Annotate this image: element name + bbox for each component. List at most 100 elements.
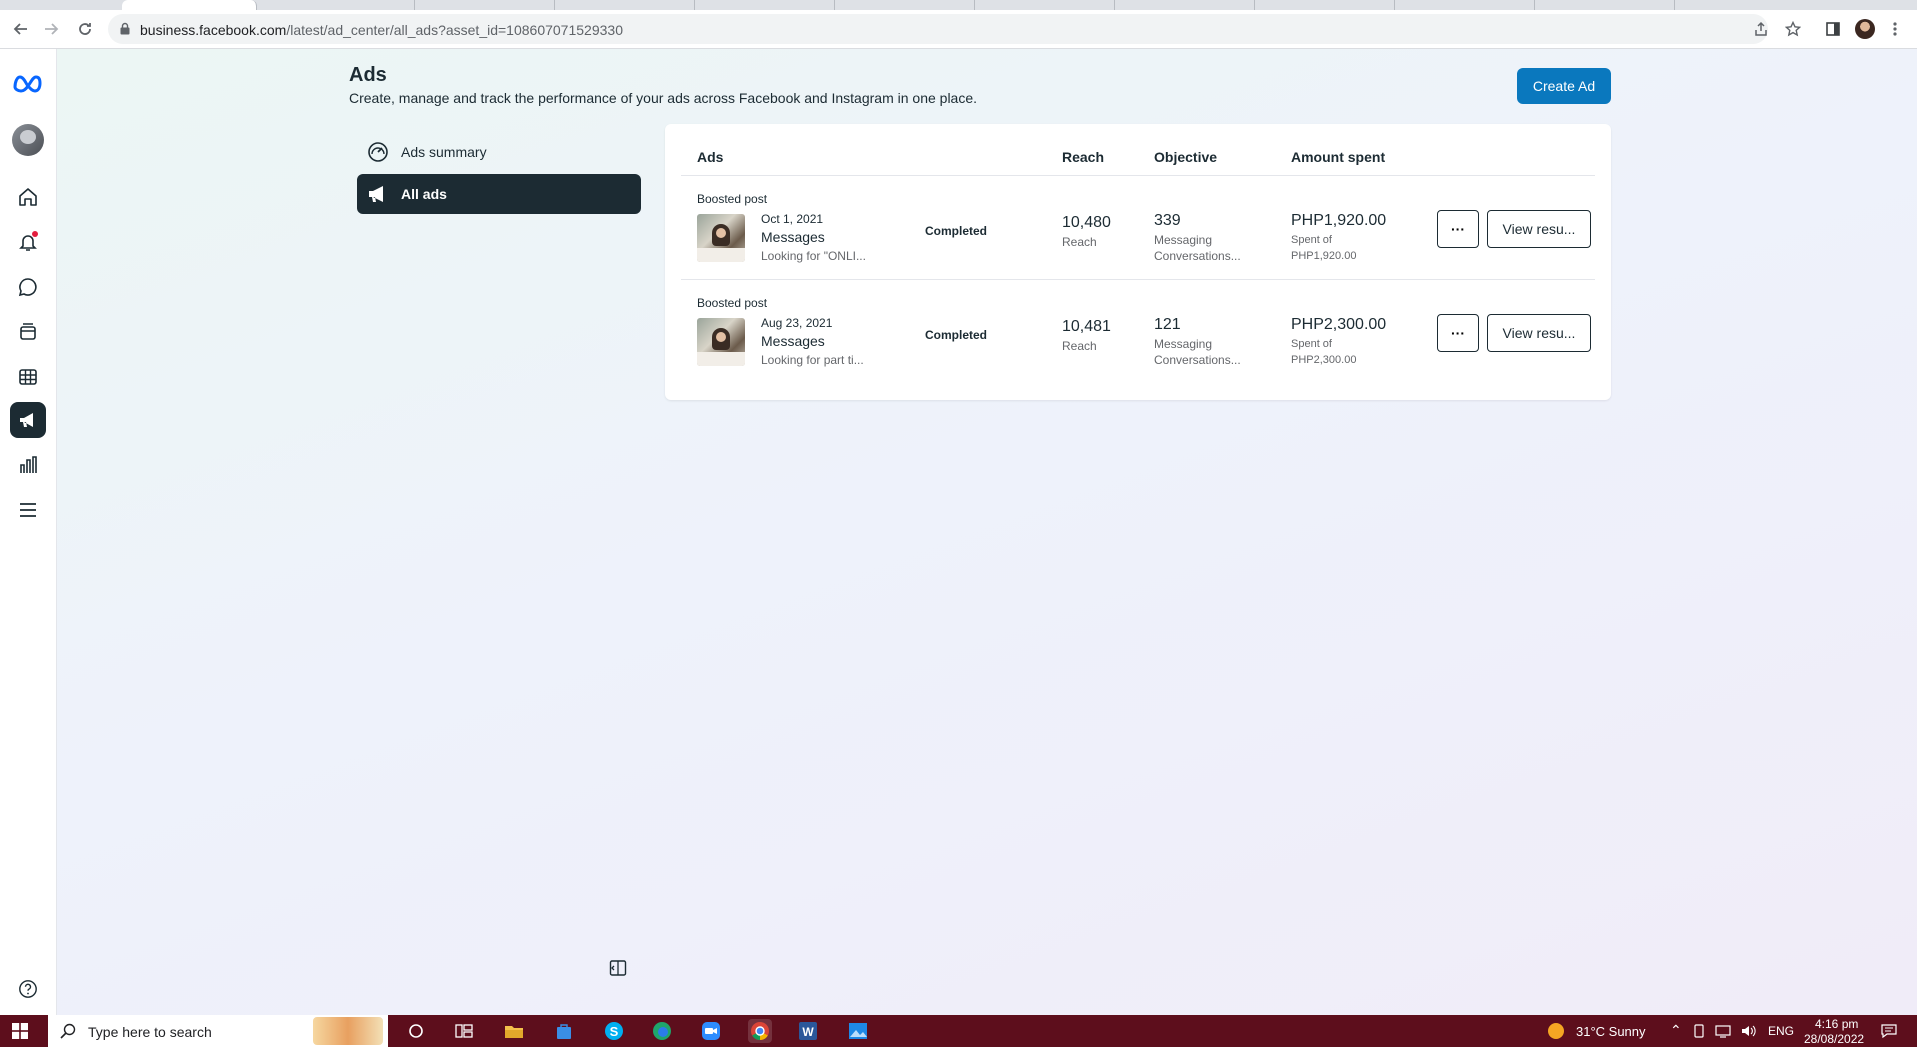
zoom-icon[interactable] [699, 1019, 723, 1043]
inbox-chat-icon[interactable] [10, 269, 46, 305]
show-hidden-icons-chevron-icon[interactable]: ⌃ [1670, 1022, 1682, 1039]
file-explorer-icon[interactable] [502, 1019, 526, 1043]
browser-toolbar: business.facebook.com/latest/ad_center/a… [0, 10, 1917, 49]
more-options-button[interactable]: ··· [1437, 210, 1479, 248]
url-path: /latest/ad_center/all_ads?asset_id=10860… [286, 22, 623, 38]
side-panel-icon[interactable] [1822, 18, 1844, 40]
sidebar-item-all-ads[interactable]: All ads [357, 174, 641, 214]
column-header-amount-spent: Amount spent [1291, 149, 1386, 165]
lock-icon [120, 22, 130, 40]
browser-tab[interactable] [560, 0, 695, 10]
page-avatar[interactable] [10, 122, 46, 158]
table-row[interactable]: Boosted post Aug 23, 2021 Messages Looki… [665, 280, 1611, 384]
page-title: Ads [349, 64, 387, 86]
ads-table-card: Ads Reach Objective Amount spent Boosted… [665, 124, 1611, 400]
search-icon [60, 1023, 76, 1044]
ad-type: Boosted post [697, 192, 768, 206]
view-results-button[interactable]: View resu... [1487, 314, 1591, 352]
kebab-menu-icon[interactable] [1884, 18, 1906, 40]
ad-snippet: Looking for part ti... [761, 353, 864, 367]
browser-tab[interactable] [1260, 0, 1395, 10]
microsoft-store-icon[interactable] [552, 1019, 576, 1043]
ad-date: Aug 23, 2021 [761, 316, 833, 330]
planner-grid-icon[interactable] [10, 359, 46, 395]
network-icon[interactable] [1712, 1021, 1734, 1041]
clock-time[interactable]: 4:16 pm [1815, 1017, 1858, 1031]
reach-label: Reach [1062, 339, 1097, 353]
table-row[interactable]: Boosted post Oct 1, 2021 Messages Lookin… [665, 176, 1611, 280]
sidebar-item-ads-summary[interactable]: Ads summary [357, 132, 641, 172]
page-subtitle: Create, manage and track the performance… [349, 90, 978, 106]
collapse-panel-icon[interactable] [608, 958, 628, 978]
amount-spent-label: Spent of PHP1,920.00 [1291, 234, 1357, 262]
notifications-bell-icon[interactable] [10, 224, 46, 260]
url-host: business.facebook.com [140, 22, 287, 38]
word-icon[interactable]: W [796, 1019, 820, 1043]
clock-date[interactable]: 28/08/2022 [1804, 1032, 1864, 1046]
svg-text:S: S [610, 1024, 619, 1039]
result-label: Messaging Conversations... [1154, 337, 1241, 367]
chrome-icon[interactable] [748, 1019, 772, 1043]
sidebar-item-label: Ads summary [401, 144, 487, 160]
browser-tab[interactable] [420, 0, 555, 10]
volume-speaker-icon[interactable] [1738, 1021, 1760, 1041]
forward-arrow-icon[interactable] [40, 18, 62, 40]
photos-icon[interactable] [846, 1019, 870, 1043]
address-bar[interactable]: business.facebook.com/latest/ad_center/a… [108, 14, 1768, 44]
skype-icon[interactable]: S [602, 1019, 626, 1043]
share-icon[interactable] [1750, 18, 1772, 40]
sidebar-item-label: All ads [401, 186, 447, 202]
edge-browser-icon[interactable] [650, 1019, 674, 1043]
browser-tab[interactable] [840, 0, 975, 10]
weather-text[interactable]: 31°C Sunny [1576, 1024, 1646, 1039]
browser-tab[interactable] [280, 0, 415, 10]
help-question-icon[interactable] [10, 971, 46, 1007]
task-view-icon[interactable] [452, 1019, 476, 1043]
url-text: business.facebook.com/latest/ad_center/a… [140, 22, 623, 38]
home-icon[interactable] [10, 179, 46, 215]
search-placeholder: Type here to search [88, 1024, 212, 1040]
svg-text:W: W [802, 1025, 814, 1039]
weather-sun-icon[interactable] [1548, 1023, 1564, 1039]
insights-bar-chart-icon[interactable] [10, 447, 46, 483]
browser-tab[interactable] [0, 0, 135, 10]
result-value: 121 [1154, 316, 1181, 333]
column-header-objective: Objective [1154, 149, 1218, 165]
ad-thumbnail[interactable] [697, 318, 745, 366]
browser-tab[interactable] [1540, 0, 1675, 10]
ad-snippet: Looking for "ONLI... [761, 249, 866, 263]
more-options-button[interactable]: ··· [1437, 314, 1479, 352]
browser-tab[interactable] [1120, 0, 1255, 10]
browser-tab-strip [0, 0, 1917, 10]
ad-objective: Messages [761, 229, 825, 245]
all-tools-menu-icon[interactable] [10, 492, 46, 528]
browser-tab[interactable] [980, 0, 1115, 10]
content-posts-icon[interactable] [10, 314, 46, 350]
create-ad-button[interactable]: Create Ad [1517, 68, 1611, 104]
back-arrow-icon[interactable] [10, 18, 32, 40]
browser-tab-active[interactable] [122, 0, 257, 10]
result-value: 339 [1154, 212, 1181, 229]
taskbar-search-box[interactable]: Type here to search [48, 1015, 388, 1047]
gauge-icon [366, 140, 390, 164]
meta-logo-icon[interactable] [10, 65, 46, 101]
profile-avatar[interactable] [1854, 18, 1876, 40]
windows-start-icon[interactable] [12, 1023, 28, 1044]
input-language[interactable]: ENG [1768, 1024, 1794, 1038]
cortana-circle-icon[interactable] [404, 1019, 428, 1043]
reach-value: 10,481 [1062, 318, 1111, 335]
bookmark-star-icon[interactable] [1782, 18, 1804, 40]
reach-value: 10,480 [1062, 214, 1111, 231]
device-icon[interactable] [1690, 1021, 1708, 1041]
ads-megaphone-icon[interactable] [10, 402, 46, 438]
status-badge: Completed [925, 224, 988, 238]
notifications-chat-bubble-icon[interactable] [1878, 1021, 1900, 1041]
reload-icon[interactable] [74, 18, 96, 40]
amount-spent-label: Spent of PHP2,300.00 [1291, 338, 1357, 366]
browser-tab[interactable] [700, 0, 835, 10]
browser-tab[interactable] [1400, 0, 1535, 10]
status-badge: Completed [925, 328, 988, 342]
column-header-ads: Ads [697, 149, 724, 165]
ad-thumbnail[interactable] [697, 214, 745, 262]
view-results-button[interactable]: View resu... [1487, 210, 1591, 248]
